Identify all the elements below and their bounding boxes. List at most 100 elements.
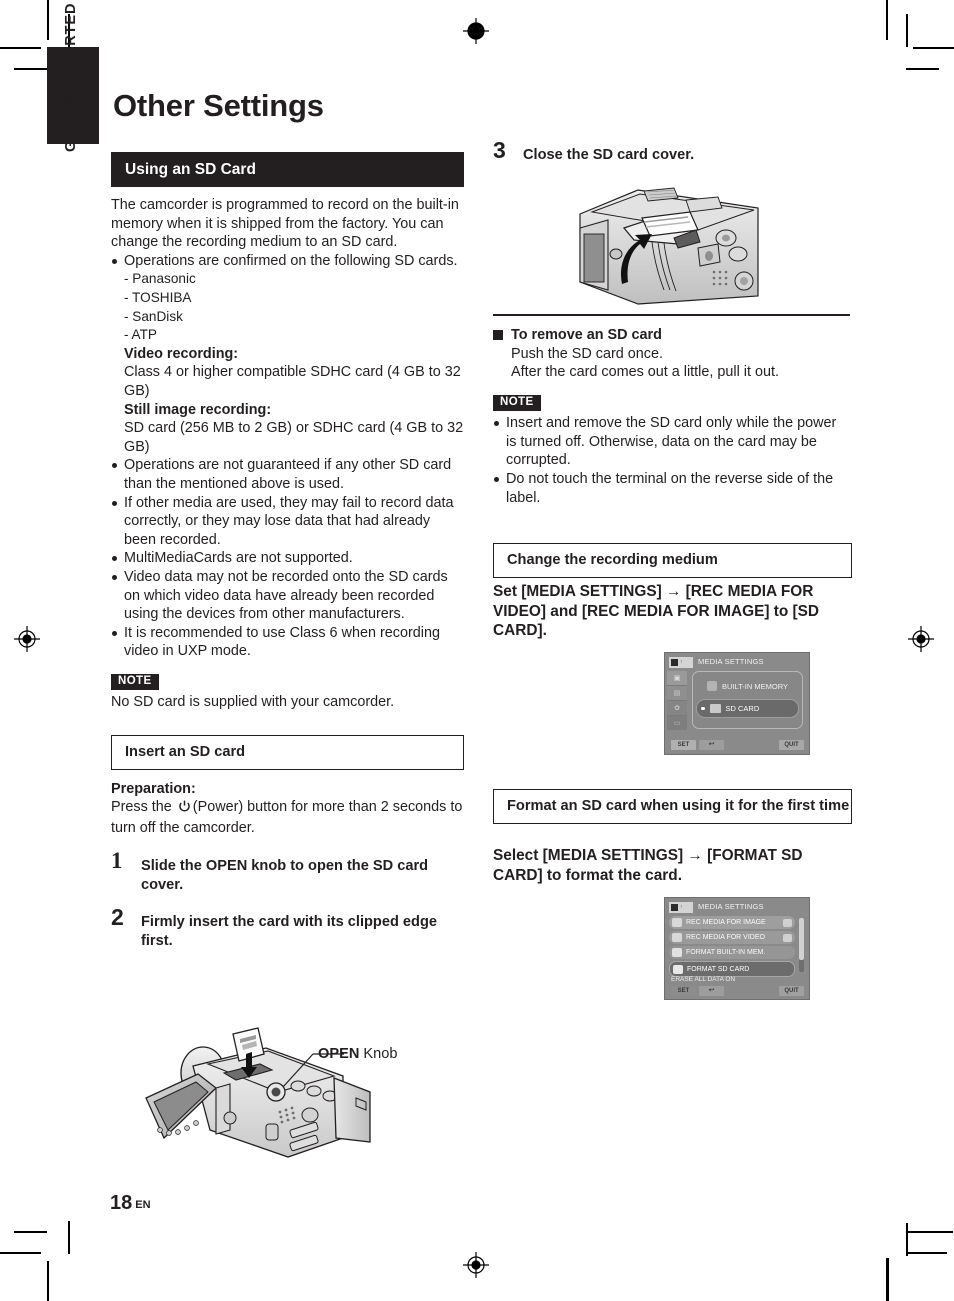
crop-mark <box>47 1261 49 1301</box>
step-2: 2 Firmly insert the card with its clippe… <box>111 906 464 951</box>
lcd-row-rec-media-video[interactable]: REC MEDIA FOR VIDEO <box>669 931 795 944</box>
list-item: - SanDisk <box>124 308 183 324</box>
camcorder-close-cover-illustration <box>578 186 760 308</box>
still-image-label: Still image recording: <box>124 401 272 418</box>
lcd-back-button[interactable]: ↩ <box>699 986 724 996</box>
still-image-text: SD card (256 MB to 2 GB) or SDHC card (4… <box>124 420 464 455</box>
lcd-row-label: FORMAT BUILT-IN MEM. <box>686 949 766 956</box>
lcd-set-button[interactable]: SET <box>671 740 696 750</box>
lcd-option-panel: BUILT-IN MEMORY SD CARD <box>692 671 803 729</box>
crop-mark <box>0 1252 41 1254</box>
video-icon: ▤ <box>667 686 687 701</box>
lcd-quit-button[interactable]: QUIT <box>779 740 804 750</box>
list-item: Do not touch the terminal on the reverse… <box>493 470 850 507</box>
section-header-using-sd-card: Using an SD Card <box>111 152 464 188</box>
section-divider <box>493 314 850 316</box>
list-item: - TOSHIBA <box>124 290 192 306</box>
step-text: Close the SD card cover. <box>523 147 695 163</box>
registration-mark <box>463 18 489 44</box>
card-brand-list: - Panasonic - TOSHIBA - SanDisk - ATP <box>111 270 464 344</box>
crop-mark <box>14 1231 47 1233</box>
crop-mark <box>906 68 939 70</box>
crop-mark <box>913 47 954 49</box>
chevron-right-icon <box>783 918 792 927</box>
lcd-status-text: ERASE ALL DATA ON <box>671 976 736 983</box>
crop-mark <box>14 68 47 70</box>
step-1: 1 Slide the OPEN knob to open the SD car… <box>111 849 464 895</box>
remove-line-2: After the card comes out a little, pull … <box>511 364 779 381</box>
list-item: Operations are confirmed on the followin… <box>111 252 464 271</box>
open-knob-callout-rest: Knob <box>359 1046 398 1062</box>
lcd-menu-icon: ↑ <box>669 902 693 913</box>
lcd-option-sd-card[interactable]: SD CARD <box>696 699 799 718</box>
step-text: Slide the OPEN knob to open the SD card … <box>141 858 429 894</box>
note-text: No SD card is supplied with your camcord… <box>111 694 395 711</box>
crop-mark <box>906 1231 953 1233</box>
registration-mark <box>463 1252 489 1278</box>
video-recording-text: Class 4 or higher compatible SDHC card (… <box>124 364 461 399</box>
note-badge: NOTE <box>111 673 159 691</box>
lcd-menu-rows: REC MEDIA FOR IMAGE REC MEDIA FOR VIDEO … <box>669 916 795 977</box>
lcd-icon-rail: ▣ ▤ ✿ ▭ <box>667 671 687 730</box>
list-item: If other media are used, they may fail t… <box>111 494 464 550</box>
lcd-screenshot-media-settings-select: ↑ MEDIA SETTINGS ▣ ▤ ✿ ▭ BUILT-IN MEMORY… <box>664 652 810 755</box>
lcd-menu-icon: ↑ <box>669 657 693 668</box>
lcd-scrollbar-thumb[interactable] <box>799 918 804 960</box>
document-page: GETTING STARTED Other Settings Using an … <box>0 0 954 1301</box>
remove-sd-card-heading: To remove an SD card <box>493 326 850 345</box>
lcd-scrollbar-track[interactable] <box>799 918 804 972</box>
page-number: 18 EN <box>110 1192 151 1215</box>
subsection-insert-sd-card: Insert an SD card <box>111 734 464 770</box>
selected-dot-icon <box>701 706 705 711</box>
lcd-row-label: REC MEDIA FOR VIDEO <box>686 934 765 941</box>
registration-mark <box>14 626 40 652</box>
lcd-row-format-sd-card[interactable]: FORMAT SD CARD <box>669 961 795 977</box>
lcd-option-label: BUILT-IN MEMORY <box>722 681 788 691</box>
step-text: Firmly insert the card with its clipped … <box>141 913 437 949</box>
media-icon: ▭ <box>667 716 687 730</box>
sd-card-icon <box>673 964 683 974</box>
step-number: 3 <box>493 137 506 163</box>
open-knob-callout: OPEN Knob <box>318 1045 398 1063</box>
list-item: MultiMediaCards are not supported. <box>111 549 464 568</box>
lcd-screenshot-media-settings-menu: ↑ MEDIA SETTINGS REC MEDIA FOR IMAGE REC… <box>664 897 810 1000</box>
lcd-row-rec-media-image[interactable]: REC MEDIA FOR IMAGE <box>669 916 795 929</box>
list-item: - ATP <box>124 327 157 343</box>
right-column: 3 Close the SD card cover. <box>493 139 850 165</box>
subsection-format-sd-card: Format an SD card when using it for the … <box>493 789 852 824</box>
preparation-text-part1: Press the <box>111 799 172 816</box>
crop-mark <box>886 0 888 40</box>
note-bullet-list: Insert and remove the SD card only while… <box>493 414 850 507</box>
crop-mark <box>906 14 908 47</box>
note-badge: NOTE <box>493 394 541 412</box>
lcd-set-button[interactable]: SET <box>671 986 696 996</box>
video-recording-label: Video recording: <box>124 345 239 362</box>
camera-icon: ▣ <box>667 671 687 686</box>
chapter-tab-label: GETTING STARTED <box>63 2 79 152</box>
video-recording-spec: Video recording: Class 4 or higher compa… <box>111 345 464 457</box>
step-number: 2 <box>111 903 124 930</box>
change-medium-instruction: Set [MEDIA SETTINGS] → [REC MEDIA FOR VI… <box>493 583 820 639</box>
chevron-right-icon <box>783 933 792 942</box>
preparation-text: Press the (Power) button for more than 2… <box>111 798 464 837</box>
step-number: 1 <box>111 848 123 874</box>
lcd-back-button[interactable]: ↩ <box>699 740 724 750</box>
lcd-option-label: SD CARD <box>725 704 760 713</box>
lcd-row-label: FORMAT SD CARD <box>687 965 750 973</box>
lcd-row-format-built-in[interactable]: FORMAT BUILT-IN MEM. <box>669 946 795 959</box>
lcd-option-built-in-memory[interactable]: BUILT-IN MEMORY <box>707 681 788 691</box>
crop-mark <box>906 1252 947 1254</box>
lcd-title: MEDIA SETTINGS <box>698 902 764 911</box>
page-language-code: EN <box>135 1199 151 1211</box>
page-number-value: 18 <box>110 1192 133 1214</box>
image-icon <box>672 918 682 927</box>
lcd-quit-button[interactable]: QUIT <box>779 986 804 996</box>
power-icon <box>178 800 191 819</box>
remove-sd-card-block: To remove an SD card Push the SD card on… <box>493 326 850 507</box>
crop-mark <box>68 1221 70 1254</box>
format-icon <box>672 948 682 957</box>
built-in-memory-icon <box>707 681 717 691</box>
video-icon <box>672 933 682 942</box>
lcd-row-label: REC MEDIA FOR IMAGE <box>686 919 766 926</box>
lcd-title: MEDIA SETTINGS <box>698 657 764 666</box>
